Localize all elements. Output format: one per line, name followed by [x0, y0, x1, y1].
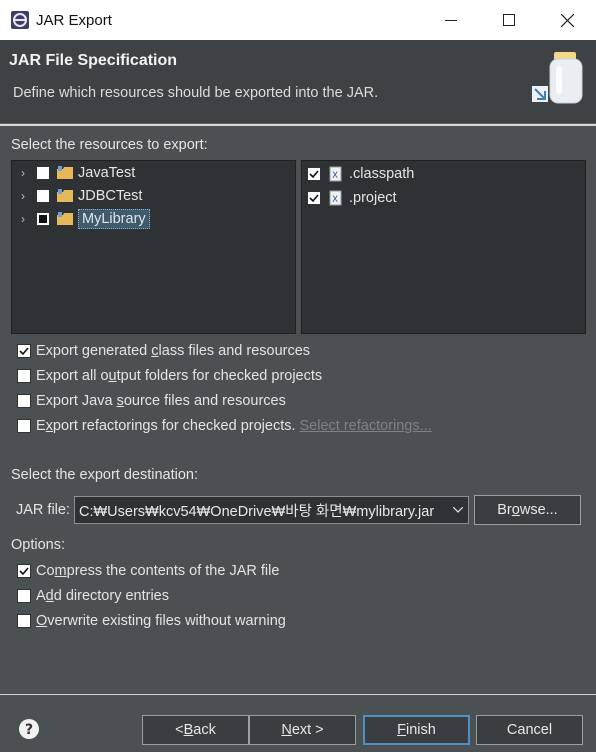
export-output-folders-option[interactable]: Export all output folders for checked pr…	[17, 366, 322, 386]
option-label: Overwrite existing files without warning	[36, 613, 286, 629]
add-directory-entries-option[interactable]: Add directory entries	[17, 586, 169, 606]
checkbox-checked[interactable]	[17, 344, 31, 358]
title-bar: JAR Export	[0, 0, 596, 40]
select-refactorings-link: Select refactorings...	[299, 418, 432, 434]
tree-item-javatest[interactable]: › JavaTest	[16, 162, 135, 184]
export-refactorings-option[interactable]: Export refactorings for checked projects…	[17, 416, 432, 436]
chevron-right-icon[interactable]: ›	[16, 189, 30, 203]
option-label: Export generated class files and resourc…	[36, 343, 311, 359]
tree-item-label: MyLibrary	[78, 209, 150, 229]
finish-button[interactable]: Finish	[363, 715, 470, 745]
close-icon	[560, 13, 574, 27]
check-icon	[19, 347, 29, 356]
export-class-files-option[interactable]: Export generated class files and resourc…	[17, 341, 310, 361]
destination-label: Select the export destination:	[11, 467, 199, 483]
checkbox-checked[interactable]	[307, 167, 321, 181]
jar-file-label: JAR file:	[16, 502, 70, 518]
tree-item-mylibrary[interactable]: › MyLibrary	[16, 208, 150, 230]
compress-option[interactable]: Compress the contents of the JAR file	[17, 561, 279, 581]
page-description: Define which resources should be exporte…	[13, 85, 379, 101]
wizard-header: JAR File Specification Define which reso…	[0, 40, 596, 124]
tree-item-jdbctest[interactable]: › JDBCTest	[16, 185, 142, 207]
footer-separator	[0, 694, 596, 695]
resources-label: Select the resources to export:	[11, 137, 208, 153]
checkbox[interactable]	[36, 166, 50, 180]
svg-text:X: X	[332, 171, 338, 181]
svg-text:X: X	[332, 195, 338, 205]
checkbox[interactable]	[17, 419, 31, 433]
check-icon	[19, 567, 29, 576]
cancel-button[interactable]: Cancel	[476, 715, 583, 745]
checkbox-checked[interactable]	[17, 564, 31, 578]
chevron-right-icon[interactable]: ›	[16, 166, 30, 180]
checkbox-checked[interactable]	[307, 191, 321, 205]
xml-file-icon: X	[329, 190, 342, 206]
checkbox[interactable]	[17, 394, 31, 408]
checkbox[interactable]	[17, 369, 31, 383]
java-project-icon	[57, 212, 73, 225]
export-source-option[interactable]: Export Java source files and resources	[17, 391, 286, 411]
checkbox[interactable]	[17, 614, 31, 628]
file-item-classpath[interactable]: X .classpath	[307, 163, 414, 185]
checkbox[interactable]	[17, 589, 31, 603]
minimize-button[interactable]	[422, 0, 480, 40]
jar-file-input[interactable]: C:₩Users₩kcv54₩OneDrive₩바탕 화면₩mylibrary.…	[75, 500, 448, 521]
dropdown-arrow[interactable]	[448, 507, 468, 513]
help-icon[interactable]: ?	[18, 718, 40, 740]
option-label: Add directory entries	[36, 588, 169, 604]
jar-wizard-icon	[532, 52, 583, 104]
file-item-project[interactable]: X .project	[307, 187, 397, 209]
minimize-icon	[445, 20, 457, 21]
checkbox-partial[interactable]	[36, 212, 50, 226]
file-item-label: .project	[349, 190, 397, 206]
options-label: Options:	[11, 537, 65, 553]
close-button[interactable]	[538, 0, 596, 40]
option-label: Export all output folders for checked pr…	[36, 368, 323, 384]
file-list[interactable]: X .classpath X .project	[301, 160, 586, 334]
chevron-right-icon[interactable]: ›	[16, 212, 30, 226]
option-label: Compress the contents of the JAR file	[36, 563, 280, 579]
xml-file-icon: X	[329, 166, 342, 182]
tree-item-label: JDBCTest	[78, 188, 143, 204]
header-separator	[0, 124, 596, 126]
eclipse-icon	[11, 11, 29, 29]
checkbox[interactable]	[36, 189, 50, 203]
option-label: Export refactorings for checked projects…	[36, 418, 296, 434]
java-project-icon	[57, 166, 73, 179]
svg-text:?: ?	[25, 722, 33, 738]
next-button[interactable]: Next >	[249, 715, 356, 745]
option-label: Export Java source files and resources	[36, 393, 286, 409]
tree-item-label: JavaTest	[78, 165, 136, 181]
browse-button[interactable]: Br o wse...	[474, 495, 581, 525]
maximize-button[interactable]	[480, 0, 538, 40]
overwrite-option[interactable]: Overwrite existing files without warning	[17, 611, 286, 631]
maximize-icon	[503, 14, 515, 26]
window-title: JAR Export	[36, 11, 112, 29]
project-tree[interactable]: › JavaTest › JDBCTest › MyLibrary	[11, 160, 296, 334]
jar-file-combo[interactable]: C:₩Users₩kcv54₩OneDrive₩바탕 화면₩mylibrary.…	[74, 496, 469, 524]
java-project-icon	[57, 189, 73, 202]
page-title: JAR File Specification	[9, 52, 178, 69]
check-icon	[309, 194, 319, 203]
check-icon	[309, 170, 319, 179]
chevron-down-icon	[453, 507, 463, 513]
back-button[interactable]: < Back	[142, 715, 249, 745]
file-item-label: .classpath	[349, 166, 415, 182]
